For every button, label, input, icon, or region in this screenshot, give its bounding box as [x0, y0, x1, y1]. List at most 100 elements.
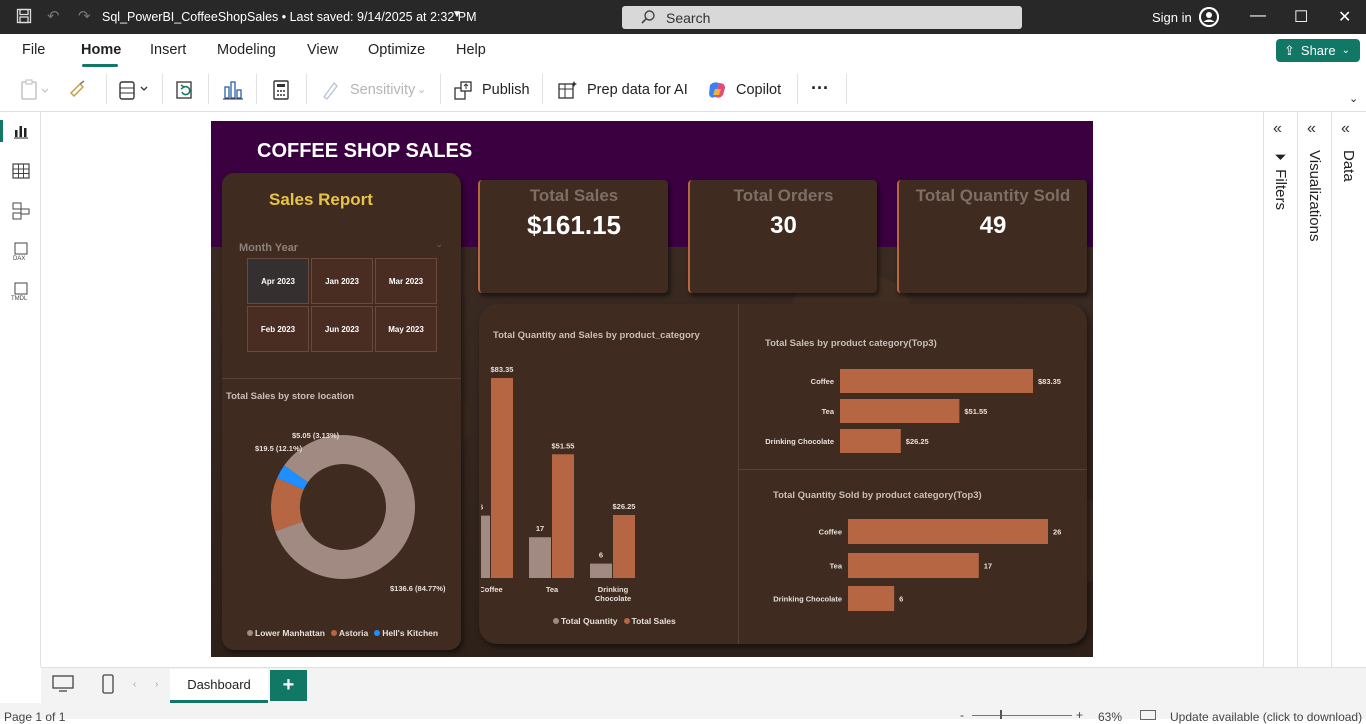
data-label: 6	[899, 595, 903, 604]
y-tick-label: Coffee	[811, 377, 834, 386]
kpi-card-total-sales: Total Sales $161.15	[478, 180, 668, 293]
hbar-quantity-chart[interactable]: Coffee 26 Tea 17 Drinking Chocolate 6	[740, 516, 1086, 626]
share-label: Share	[1300, 43, 1336, 58]
publish-icon[interactable]	[453, 79, 475, 106]
ribbon-separator	[440, 74, 441, 104]
model-view-icon[interactable]	[11, 201, 31, 221]
zoom-in-button[interactable]: +	[1076, 708, 1083, 722]
tab-dashboard[interactable]: Dashboard	[170, 669, 268, 703]
legend-item[interactable]: Astoria	[330, 628, 368, 638]
new-visual-icon[interactable]	[222, 79, 244, 106]
donut-chart[interactable]: $136.6 (84.77%) $19.5 (12.1%) $5.05 (3.13%…	[222, 411, 461, 631]
table-view-icon[interactable]	[11, 161, 31, 181]
sign-in-link[interactable]: Sign in	[1152, 10, 1192, 25]
report-view-icon[interactable]	[11, 121, 31, 141]
slicer-option[interactable]: May 2023	[375, 306, 437, 352]
menu-file[interactable]: File	[22, 42, 45, 58]
maximize-icon[interactable]: ☐	[1294, 7, 1308, 27]
share-button[interactable]: ⇪ Share ⌄	[1276, 39, 1360, 62]
zoom-slider[interactable]	[972, 715, 1072, 716]
redo-icon[interactable]: ↷	[78, 8, 91, 26]
sensitivity-icon[interactable]	[320, 79, 340, 106]
search-input[interactable]: Search	[622, 6, 1022, 29]
close-icon[interactable]: ✕	[1338, 7, 1351, 27]
more-options-button[interactable]: ···	[811, 78, 829, 99]
tmdl-view-icon[interactable]: TMDL	[11, 281, 31, 302]
expand-icon[interactable]: «	[1273, 120, 1282, 138]
legend-item[interactable]: Hell's Kitchen	[374, 628, 438, 638]
prep-data-button[interactable]: Prep data for AI	[587, 82, 688, 98]
y-tick-label: Drinking Chocolate	[773, 595, 842, 604]
copilot-button[interactable]: Copilot	[736, 82, 781, 98]
collapse-ribbon-icon[interactable]: ⌄	[1349, 92, 1358, 105]
copilot-icon[interactable]	[706, 79, 728, 106]
zoom-slider-handle[interactable]	[1000, 710, 1002, 719]
right-panes: « ⏷ Filters « Visualizations « Data	[1263, 112, 1366, 667]
menu-optimize[interactable]: Optimize	[368, 42, 425, 58]
visualizations-label: Visualizations	[1306, 150, 1323, 242]
visualizations-pane[interactable]: « Visualizations	[1297, 112, 1331, 667]
menu-help[interactable]: Help	[456, 42, 486, 58]
menu-home[interactable]: Home	[81, 42, 121, 58]
filters-pane[interactable]: « ⏷ Filters	[1263, 112, 1297, 667]
y-tick-label: Tea	[822, 407, 835, 416]
svg-text:DAX: DAX	[13, 256, 25, 261]
document-title[interactable]: Sql_PowerBI_CoffeeShopSales • Last saved…	[102, 10, 477, 24]
expand-icon[interactable]: «	[1307, 120, 1316, 138]
publish-button[interactable]: Publish	[482, 82, 530, 98]
slicer-option[interactable]: Jan 2023	[311, 258, 373, 304]
divider	[739, 469, 1087, 470]
ribbon-separator	[542, 74, 543, 104]
undo-icon[interactable]: ↶	[47, 8, 60, 26]
ribbon-separator	[306, 74, 307, 104]
menu-insert[interactable]: Insert	[150, 42, 186, 58]
mobile-layout-icon[interactable]	[101, 674, 115, 699]
get-data-icon[interactable]	[118, 79, 152, 106]
legend-item[interactable]: Total Sales	[623, 616, 676, 626]
data-label: $83.35	[491, 365, 514, 374]
hbar-sales-chart[interactable]: Coffee $83.35 Tea $51.55 Drinking Chocolate $…	[740, 361, 1086, 461]
desktop-layout-icon[interactable]	[52, 675, 74, 698]
filter-icon: ⏷	[1272, 150, 1289, 170]
x-tick-label: Chocolate	[595, 594, 631, 603]
hbar-quantity-title: Total Quantity Sold by product category(…	[773, 490, 982, 501]
paste-icon[interactable]	[20, 79, 52, 106]
calculator-icon[interactable]	[271, 79, 291, 106]
donut-chart-title: Total Sales by store location	[226, 391, 355, 402]
update-notice[interactable]: Update available (click to download)	[1170, 710, 1362, 724]
data-pane[interactable]: « Data	[1331, 112, 1365, 667]
title-dropdown-icon[interactable]: ▼	[452, 9, 462, 20]
legend-item[interactable]: Lower Manhattan	[247, 628, 325, 638]
divider	[738, 304, 739, 644]
minimize-icon[interactable]: —	[1250, 7, 1266, 25]
refresh-icon[interactable]	[174, 79, 196, 106]
chevron-down-icon[interactable]: ⌄	[417, 83, 426, 96]
prep-data-icon[interactable]	[557, 79, 579, 106]
slicer-option[interactable]: Apr 2023	[247, 258, 309, 304]
format-painter-icon[interactable]	[68, 79, 88, 104]
dax-query-view-icon[interactable]: DAX	[11, 241, 31, 262]
zoom-out-button[interactable]: -	[960, 708, 964, 722]
avatar-icon[interactable]	[1199, 7, 1219, 27]
slicer-option[interactable]: Jun 2023	[311, 306, 373, 352]
column-chart[interactable]: 26 $83.35 Coffee 17 $51.55 Tea 6 $26.25 Drinking…	[481, 346, 731, 636]
add-page-button[interactable]: +	[270, 670, 307, 701]
sensitivity-button[interactable]: Sensitivity	[350, 82, 415, 98]
prev-page-icon[interactable]: ‹	[133, 679, 136, 690]
hbar	[840, 399, 960, 423]
menu-view[interactable]: View	[307, 42, 338, 58]
chevron-down-icon[interactable]: ⌄	[435, 239, 443, 250]
save-icon[interactable]	[16, 8, 32, 29]
slicer-option[interactable]: Mar 2023	[375, 258, 437, 304]
kpi-value: 49	[979, 212, 1007, 239]
next-page-icon[interactable]: ›	[155, 679, 158, 690]
donut-data-label: $136.6 (84.77%)	[390, 584, 446, 593]
menu-modeling[interactable]: Modeling	[217, 42, 276, 58]
column-legend: Total Quantity Total Sales	[553, 616, 676, 626]
hbar	[848, 519, 1048, 544]
legend-item[interactable]: Total Quantity	[553, 616, 618, 626]
slicer-option[interactable]: Feb 2023	[247, 306, 309, 352]
data-label: $26.25	[613, 502, 636, 511]
zoom-level[interactable]: 63%	[1098, 710, 1122, 724]
expand-icon[interactable]: «	[1341, 120, 1350, 138]
